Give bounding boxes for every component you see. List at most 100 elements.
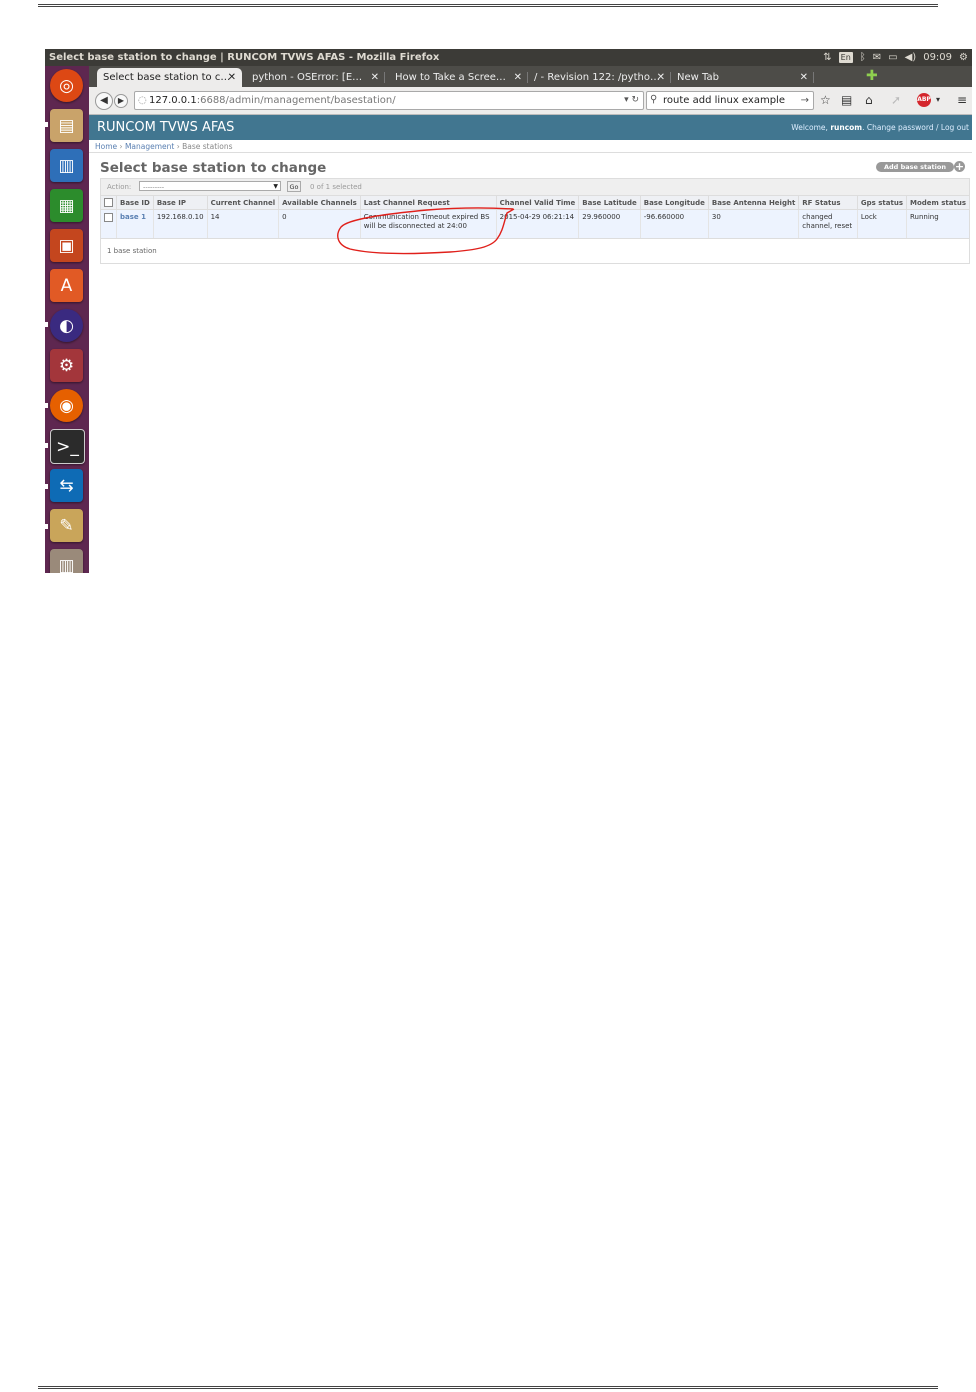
admin-page: RUNCOM TVWS AFAS Welcome, runcom. Change… <box>89 115 972 573</box>
launcher-pip <box>45 524 48 529</box>
page-top-rule <box>38 4 938 7</box>
clock[interactable]: 09:09 <box>923 49 952 66</box>
tab-label: python - OSError: [E… <box>252 72 363 83</box>
tab-label: How to Take a Scree… <box>395 72 506 83</box>
close-icon[interactable]: ✕ <box>514 68 522 87</box>
send-arrow-icon[interactable]: ➚ <box>891 92 901 108</box>
close-icon[interactable]: ✕ <box>800 68 808 87</box>
libreoffice-impress-icon[interactable]: ▣ <box>50 229 83 262</box>
cell-gps-status: Lock <box>856 209 907 239</box>
launcher-pip <box>45 122 48 127</box>
url-bar[interactable]: ◌ 127.0.0.1:6688/admin/management/basest… <box>134 91 644 110</box>
user-tools: Welcome, runcom. Change password / Log o… <box>791 123 969 132</box>
breadcrumb-current: Base stations <box>182 142 233 151</box>
column-header[interactable]: Gps status <box>856 196 907 210</box>
back-arrow-icon[interactable]: ◀ <box>95 92 113 110</box>
column-header[interactable]: Last Channel Request <box>359 196 497 210</box>
column-header[interactable]: Base Longitude <box>639 196 709 210</box>
search-go-arrow-icon[interactable]: → <box>801 92 809 109</box>
change-password-link[interactable]: Change password <box>867 123 934 132</box>
search-bar[interactable]: ⚲ route add linux example → <box>646 91 814 110</box>
mail-icon[interactable]: ✉ <box>873 49 881 66</box>
column-header[interactable]: Base Antenna Height <box>707 196 799 210</box>
paginator: 1 base station <box>107 247 157 255</box>
search-input[interactable]: route add linux example <box>663 92 785 109</box>
close-icon[interactable]: ✕ <box>228 68 236 87</box>
column-header[interactable]: Base ID <box>116 196 154 210</box>
teamviewer-icon[interactable]: ⇆ <box>50 469 83 502</box>
tab-label: New Tab <box>677 72 719 83</box>
tab-label: Select base station to c… <box>103 72 231 83</box>
menu-icon[interactable]: ≡ <box>957 92 967 108</box>
tab-select-base-station[interactable]: Select base station to c… ✕ <box>97 68 242 87</box>
network-icon[interactable]: ⇅ <box>823 49 831 66</box>
volume-icon[interactable]: ◀) <box>905 49 917 66</box>
cell-modem-status: Running <box>905 209 969 239</box>
launcher-pip <box>45 484 48 489</box>
site-brand[interactable]: RUNCOM TVWS AFAS <box>97 119 234 137</box>
add-base-station-button[interactable]: Add base station <box>876 162 954 172</box>
close-icon[interactable]: ✕ <box>371 68 379 87</box>
trash-icon[interactable]: ▥ <box>50 549 83 573</box>
firefox-icon[interactable]: ◉ <box>50 389 83 422</box>
column-header[interactable]: Channel Valid Time <box>495 196 579 210</box>
ubuntu-dash-icon[interactable]: ◎ <box>50 69 83 102</box>
row-checkbox[interactable] <box>104 213 113 222</box>
column-header[interactable]: Modem status <box>905 196 969 210</box>
home-icon[interactable]: ⌂ <box>865 92 873 108</box>
libreoffice-writer-icon[interactable]: ▥ <box>50 149 83 182</box>
launcher-pip <box>45 403 48 408</box>
tab-new-tab[interactable]: New Tab ✕ <box>671 68 814 87</box>
cell-last-channel-request: Communication Timeout expired BS will be… <box>359 209 497 239</box>
close-icon[interactable]: ✕ <box>657 68 665 87</box>
selected-counter: 0 of 1 selected <box>310 183 362 191</box>
row-select-cell <box>101 209 117 239</box>
select-all-checkbox[interactable] <box>104 198 113 207</box>
screenshot-tool-icon[interactable]: ✎ <box>50 509 83 542</box>
adblock-icon[interactable]: ABP <box>917 93 931 107</box>
files-icon[interactable]: ▤ <box>50 109 83 142</box>
action-select[interactable]: --------- ▼ <box>139 181 281 191</box>
cell-base-latitude: 29.960000 <box>578 209 641 239</box>
bookmarks-list-icon[interactable]: ▤ <box>841 92 852 108</box>
terminal-icon[interactable]: >_ <box>50 429 85 464</box>
column-header[interactable]: Available Channels <box>278 196 361 210</box>
chevron-down-icon[interactable]: ▾ <box>936 92 940 108</box>
software-center-icon[interactable]: A <box>50 269 83 302</box>
page-title: Select base station to change <box>100 160 327 176</box>
column-header[interactable]: Base Latitude <box>578 196 641 210</box>
battery-icon[interactable]: ▭ <box>888 49 897 66</box>
go-button[interactable]: Go <box>287 181 301 192</box>
column-header[interactable]: RF Status <box>798 196 858 210</box>
tab-how-to-take-screenshot[interactable]: How to Take a Scree… ✕ <box>385 68 528 87</box>
bookmark-star-icon[interactable]: ☆ <box>820 92 831 108</box>
reload-icon[interactable]: ▾ ↻ <box>624 92 639 109</box>
column-header[interactable]: Current Channel <box>206 196 279 210</box>
column-header[interactable]: Base IP <box>152 196 208 210</box>
bluetooth-icon[interactable]: ᛒ <box>860 49 866 66</box>
breadcrumb-management[interactable]: Management <box>125 142 174 151</box>
keyboard-layout-indicator[interactable]: En <box>838 52 853 63</box>
libreoffice-calc-icon[interactable]: ▦ <box>50 189 83 222</box>
search-icon: ⚲ <box>650 94 658 105</box>
url-host: 127.0.0.1 <box>149 95 197 106</box>
base-id-link[interactable]: base 1 <box>120 213 146 221</box>
new-tab-plus-icon[interactable]: ✚ <box>866 68 878 85</box>
tab-python-oserror[interactable]: python - OSError: [E… ✕ <box>242 68 385 87</box>
breadcrumb-home[interactable]: Home <box>95 142 117 151</box>
eclipse-icon[interactable]: ◐ <box>50 309 83 342</box>
tab-revision[interactable]: / - Revision 122: /pytho… ✕ <box>528 68 671 87</box>
screenshot: Select base station to change | RUNCOM T… <box>45 49 972 573</box>
log-out-link[interactable]: Log out <box>941 123 969 132</box>
add-plus-icon[interactable]: + <box>954 161 965 172</box>
cell-base-id: base 1 <box>116 209 154 239</box>
chevron-down-icon: ▼ <box>273 183 278 190</box>
cell-base-longitude: -96.660000 <box>639 209 709 239</box>
action-select-value: --------- <box>143 183 165 191</box>
power-gear-icon[interactable]: ⚙ <box>959 49 968 66</box>
admin-header: RUNCOM TVWS AFAS Welcome, runcom. Change… <box>89 115 972 140</box>
system-settings-icon[interactable]: ⚙ <box>50 349 83 382</box>
forward-arrow-icon[interactable]: ▶ <box>114 94 128 108</box>
url-path: :6688/admin/management/basestation/ <box>196 95 396 106</box>
username: runcom <box>830 123 863 132</box>
